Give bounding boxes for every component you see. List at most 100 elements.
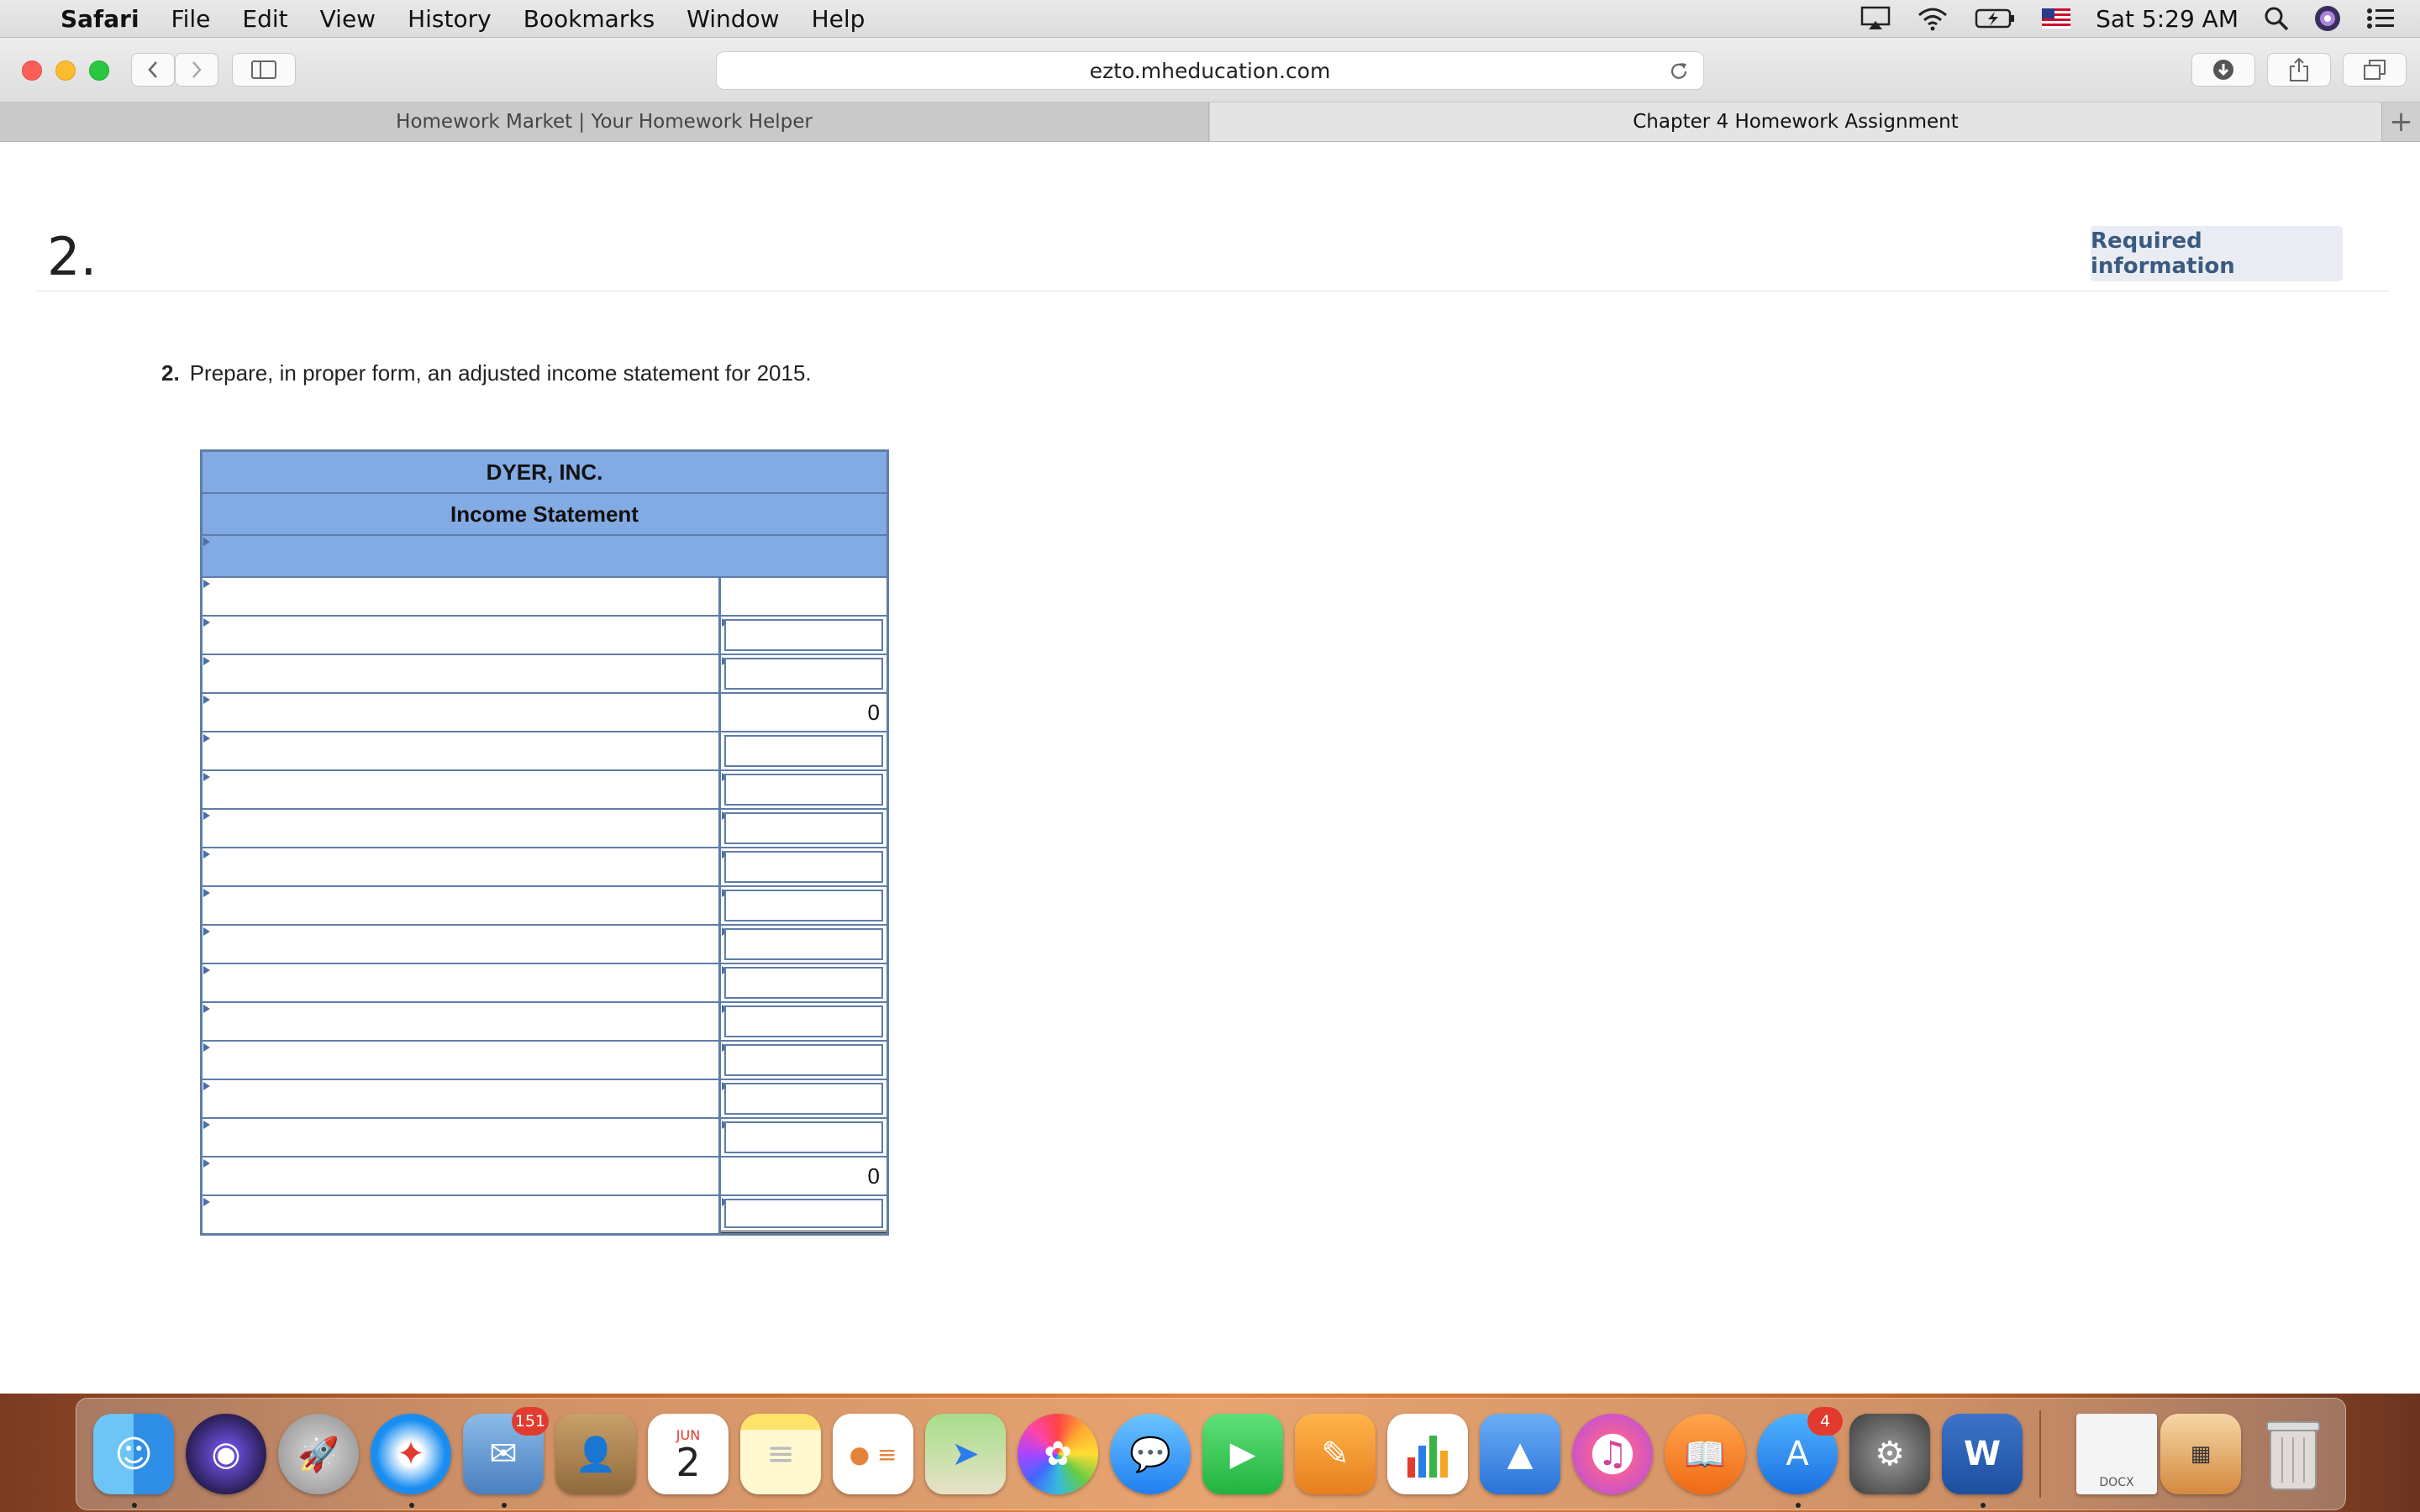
us-flag-icon[interactable] <box>2042 8 2071 29</box>
amount-input-box[interactable] <box>724 1199 883 1228</box>
battery-icon[interactable] <box>1975 7 2017 30</box>
address-bar[interactable]: ezto.mheducation.com <box>716 51 1704 90</box>
calendar-icon[interactable]: JUN 2 <box>648 1414 729 1494</box>
photos-icon[interactable]: ✿ <box>1018 1414 1098 1494</box>
line-item-label-field[interactable] <box>203 926 721 963</box>
line-item-label-field[interactable] <box>203 810 721 847</box>
amount-input[interactable] <box>721 1080 886 1117</box>
system-preferences-icon[interactable]: ⚙ <box>1849 1414 1930 1494</box>
numbers-icon[interactable] <box>1387 1414 1468 1494</box>
forward-button[interactable] <box>175 53 218 87</box>
itunes-icon[interactable]: ♫ <box>1572 1414 1653 1494</box>
amount-input[interactable] <box>721 848 886 885</box>
line-item-label-field[interactable] <box>203 1196 721 1233</box>
sidebar-toggle-button[interactable] <box>232 53 296 87</box>
tab-overview-button[interactable] <box>2343 53 2407 87</box>
share-button[interactable] <box>2267 53 2331 87</box>
line-item-label-field[interactable] <box>203 578 721 615</box>
messages-icon[interactable]: 💬 <box>1110 1414 1191 1494</box>
reminders-icon[interactable]: ● ≡ <box>833 1414 913 1494</box>
amount-input[interactable] <box>721 617 886 654</box>
notes-icon[interactable]: ≡ <box>740 1414 821 1494</box>
amount-input[interactable] <box>721 578 886 615</box>
amount-input-box[interactable] <box>724 619 883 651</box>
amount-input[interactable] <box>721 926 886 963</box>
menu-history[interactable]: History <box>408 5 492 33</box>
line-item-label-field[interactable] <box>203 732 721 769</box>
line-item-label-field[interactable] <box>203 1080 721 1117</box>
menu-bookmarks[interactable]: Bookmarks <box>523 5 655 33</box>
microsoft-word-icon[interactable]: W <box>1942 1414 2023 1508</box>
pages-icon[interactable]: ✎ <box>1295 1414 1376 1494</box>
spotlight-search-icon[interactable] <box>2264 6 2289 31</box>
ibooks-icon[interactable]: 📖 <box>1665 1414 1745 1494</box>
amount-input-box[interactable] <box>724 890 883 921</box>
amount-input[interactable] <box>721 1119 886 1156</box>
siri-dock-icon[interactable]: ◉ <box>186 1414 266 1494</box>
amount-input-box[interactable] <box>724 1121 883 1153</box>
new-tab-button[interactable]: + <box>2381 102 2420 141</box>
amount-input-box[interactable] <box>724 851 883 883</box>
clock[interactable]: Sat 5:29 AM <box>2096 5 2238 33</box>
back-button[interactable] <box>131 53 175 87</box>
reload-icon[interactable] <box>1668 60 1690 82</box>
trash-icon[interactable] <box>2253 1414 2333 1494</box>
docx-document-icon[interactable]: DOCX <box>2076 1414 2157 1494</box>
amount-input-box[interactable] <box>724 735 883 767</box>
amount-input[interactable] <box>721 1003 886 1040</box>
safari-dock-icon[interactable]: ✦ <box>371 1414 451 1508</box>
line-item-label-field[interactable] <box>203 848 721 885</box>
line-item-label-field[interactable] <box>203 694 721 731</box>
amount-input-box[interactable] <box>724 1083 883 1115</box>
line-item-label-field[interactable] <box>203 1158 721 1194</box>
minimize-window-button[interactable] <box>55 60 76 81</box>
line-item-label-field[interactable] <box>203 1042 721 1079</box>
launchpad-icon[interactable]: 🚀 <box>278 1414 359 1494</box>
menu-file[interactable]: File <box>171 5 211 33</box>
airplay-icon[interactable] <box>1860 6 1891 31</box>
zoom-window-button[interactable] <box>89 60 109 81</box>
amount-input-box[interactable] <box>724 1044 883 1076</box>
menu-view[interactable]: View <box>320 5 376 33</box>
line-item-label-field[interactable] <box>203 617 721 654</box>
amount-input-box[interactable] <box>724 812 883 844</box>
line-item-label-field[interactable] <box>203 887 721 924</box>
amount-input[interactable] <box>721 771 886 808</box>
amount-input-box[interactable] <box>724 658 883 690</box>
mail-icon[interactable]: ✉ 151 <box>463 1407 549 1508</box>
line-item-label-field[interactable] <box>203 771 721 808</box>
amount-input[interactable] <box>721 655 886 692</box>
amount-input-box[interactable] <box>724 774 883 806</box>
tab-chapter-4-homework[interactable]: Chapter 4 Homework Assignment <box>1210 102 2381 141</box>
notification-center-icon[interactable] <box>2366 7 2395 30</box>
line-item-label-field[interactable] <box>203 1003 721 1040</box>
contacts-icon[interactable]: 👤 <box>555 1414 636 1494</box>
wifi-icon[interactable] <box>1916 6 1949 31</box>
menu-window[interactable]: Window <box>687 5 779 33</box>
line-item-label-field[interactable] <box>203 655 721 692</box>
amount-input[interactable] <box>721 810 886 847</box>
amount-input-box[interactable] <box>724 928 883 960</box>
amount-input-box[interactable] <box>724 967 883 999</box>
amount-input[interactable] <box>721 1042 886 1079</box>
statement-date-field[interactable] <box>203 536 886 578</box>
tab-homework-market[interactable]: Homework Market | Your Homework Helper <box>0 102 1209 141</box>
downloads-button[interactable] <box>2191 53 2255 87</box>
amount-input[interactable] <box>721 964 886 1001</box>
finder-icon[interactable]: ☺ <box>93 1414 174 1508</box>
line-item-label-field[interactable] <box>203 964 721 1001</box>
facetime-icon[interactable]: ▶ <box>1202 1414 1283 1494</box>
keynote-icon[interactable]: ▲ <box>1480 1414 1560 1494</box>
menu-help[interactable]: Help <box>812 5 865 33</box>
amount-input[interactable] <box>721 732 886 769</box>
menu-edit[interactable]: Edit <box>242 5 287 33</box>
menu-app-safari[interactable]: Safari <box>60 5 139 33</box>
line-item-label-field[interactable] <box>203 1119 721 1156</box>
required-information-button[interactable]: Required information <box>2091 226 2343 281</box>
amount-input-box[interactable] <box>724 1005 883 1037</box>
amount-input[interactable] <box>721 887 886 924</box>
close-window-button[interactable] <box>22 60 42 81</box>
amount-input[interactable] <box>721 1196 886 1233</box>
app-store-icon[interactable]: A4 <box>1757 1407 1843 1508</box>
downloads-stack-icon[interactable]: ▦ <box>2160 1414 2241 1494</box>
